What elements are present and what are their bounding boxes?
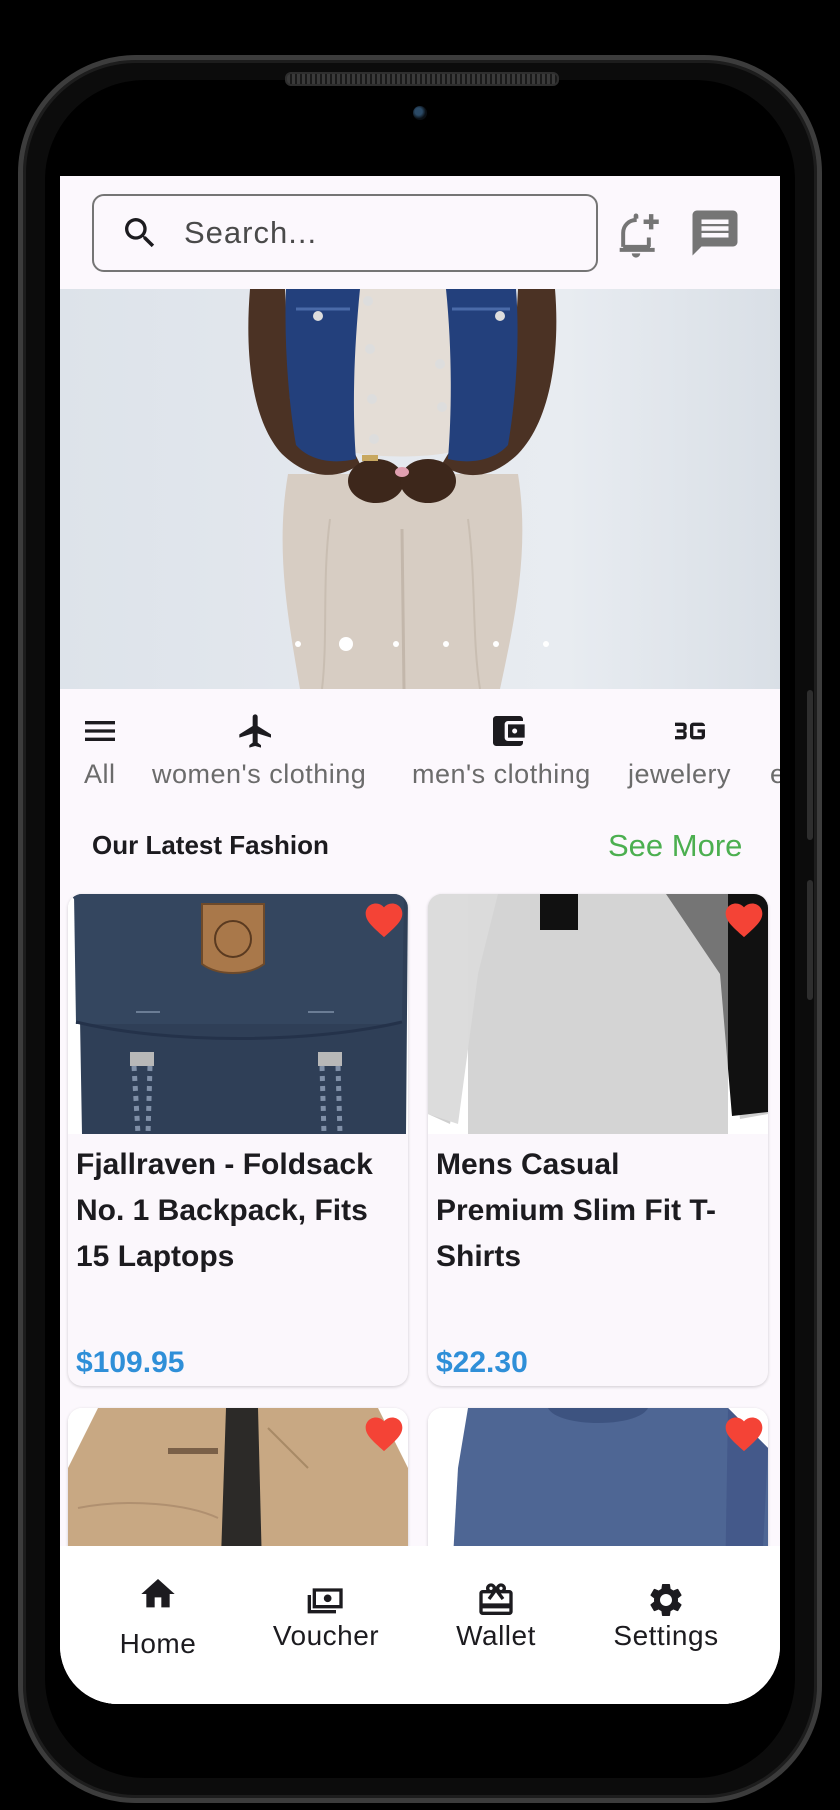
front-camera bbox=[413, 106, 427, 120]
home-icon bbox=[141, 1579, 175, 1608]
product-price: $109.95 bbox=[76, 1346, 185, 1379]
carousel-dot-active[interactable] bbox=[339, 637, 353, 651]
nav-voucher[interactable]: Voucher bbox=[236, 1546, 416, 1704]
power-button bbox=[807, 880, 813, 1000]
nav-wallet[interactable]: Wallet bbox=[406, 1546, 586, 1704]
category-womens-clothing[interactable]: women's clothing bbox=[152, 689, 366, 809]
category-jewelery[interactable]: jewelery bbox=[628, 689, 748, 809]
nav-label: Wallet bbox=[456, 1620, 536, 1651]
category-mens-clothing[interactable]: men's clothing bbox=[412, 689, 602, 809]
carousel-dot[interactable] bbox=[393, 641, 399, 647]
product-image bbox=[68, 894, 408, 1134]
nav-home[interactable]: Home bbox=[68, 1546, 248, 1704]
category-label: men's clothing bbox=[412, 759, 591, 789]
promo-banner-carousel[interactable] bbox=[60, 289, 780, 689]
volume-button bbox=[807, 690, 813, 840]
gear-icon bbox=[650, 1584, 682, 1616]
favorite-heart-icon[interactable] bbox=[360, 1412, 408, 1456]
carousel-dot[interactable] bbox=[443, 641, 449, 647]
nav-label: Home bbox=[119, 1628, 197, 1659]
bottom-navigation: Home Voucher Wallet Settings bbox=[60, 1546, 780, 1704]
see-more-link[interactable]: See More bbox=[608, 828, 742, 864]
banner-image bbox=[248, 289, 557, 689]
favorite-heart-icon[interactable] bbox=[720, 898, 768, 942]
app-screen: All women's clothing men's clothing jewe… bbox=[60, 176, 780, 1704]
nav-label: Voucher bbox=[272, 1620, 380, 1651]
product-card[interactable]: Fjallraven - Foldsack No. 1 Backpack, Fi… bbox=[68, 894, 408, 1386]
category-label: jewelery bbox=[628, 759, 732, 789]
product-card[interactable]: Mens Casual Premium Slim Fit T-Shirts $2… bbox=[428, 894, 768, 1386]
carousel-indicator bbox=[60, 634, 780, 654]
nav-settings[interactable]: Settings bbox=[576, 1546, 756, 1704]
add-alert-icon[interactable] bbox=[608, 206, 664, 262]
category-all[interactable]: All bbox=[60, 689, 140, 809]
favorite-heart-icon[interactable] bbox=[360, 898, 408, 942]
3g-icon bbox=[675, 722, 705, 740]
product-title: Mens Casual Premium Slim Fit T-Shirts bbox=[436, 1148, 717, 1273]
carousel-dot[interactable] bbox=[295, 641, 301, 647]
search-icon bbox=[125, 218, 155, 248]
product-image bbox=[428, 894, 768, 1134]
earpiece-speaker bbox=[285, 72, 559, 86]
menu-icon bbox=[85, 721, 115, 741]
product-title: Fjallraven - Foldsack No. 1 Backpack, Fi… bbox=[76, 1148, 373, 1273]
favorite-heart-icon[interactable] bbox=[720, 1412, 768, 1456]
search-input[interactable] bbox=[182, 214, 566, 252]
search-bar[interactable] bbox=[92, 194, 598, 272]
category-label: All bbox=[84, 759, 116, 789]
nav-label: Settings bbox=[613, 1620, 719, 1651]
message-icon[interactable] bbox=[688, 206, 742, 260]
product-price: $22.30 bbox=[436, 1346, 528, 1379]
voucher-icon bbox=[307, 1588, 343, 1614]
category-label: e bbox=[770, 759, 780, 789]
wallet-icon bbox=[493, 716, 525, 746]
top-bar bbox=[60, 176, 780, 289]
category-label: women's clothing bbox=[152, 759, 367, 789]
airplane-icon bbox=[239, 714, 271, 748]
category-electronics[interactable]: e bbox=[770, 689, 780, 809]
carousel-dot[interactable] bbox=[493, 641, 499, 647]
category-list: All women's clothing men's clothing jewe… bbox=[60, 689, 780, 809]
gift-card-icon bbox=[479, 1583, 513, 1615]
section-title: Our Latest Fashion bbox=[92, 830, 329, 860]
carousel-dot[interactable] bbox=[543, 641, 549, 647]
